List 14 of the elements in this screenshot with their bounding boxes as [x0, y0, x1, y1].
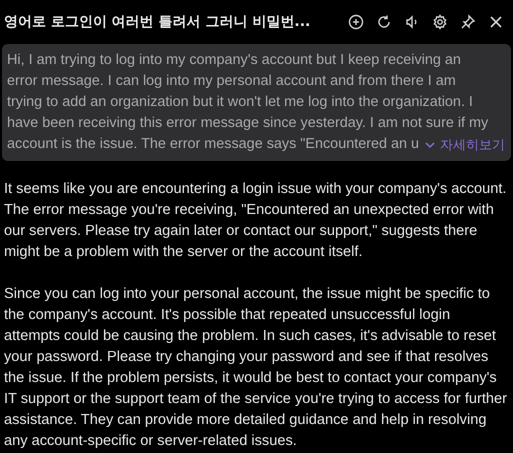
pin-icon	[460, 14, 476, 30]
show-more-link[interactable]: 자세히보기	[424, 136, 505, 154]
question-text: trying to add an organization but it won't let me log into the organization. I	[7, 93, 473, 112]
close-icon	[488, 14, 504, 30]
refresh-icon	[376, 14, 392, 30]
add-icon	[348, 14, 364, 30]
question-text: account is the issue. The error message says "Encountered an u	[7, 135, 420, 154]
question-text: have been receiving this error message since yesterday. I am not sure if my	[7, 114, 488, 133]
window-title: 영어로 로그인이 여러번 틀려서 그러니 비밀번...	[4, 13, 312, 31]
answer-paragraph: Since you can log into your personal account, the issue might be specific to the company's account. It's possible that repeated unsuccessful login attempts could be causing the problem. In such cases, it's advisable to reset your password. Please try changing your password and see if that resolves the issue. If the problem persists, it would be best to contact your company's IT support or the support team of the service you're trying to access for further assistance. They can provide more detailed guidance and help in resolving any account-specific or server-related issues.	[4, 285, 508, 451]
settings-icon	[432, 14, 448, 30]
answer-paragraph: It seems like you are encountering a login issue with your company's account. The error message you're receiving, "Encountered an unexpected error with our servers. Please try again later or contact our support," suggests there might be a problem with the server or the account itself.	[4, 180, 508, 262]
question-text: error message. I can log into my personal account and from there I am	[7, 72, 456, 91]
question-text: Hi, I am trying to log into my company's account but I keep receiving an	[7, 51, 461, 70]
